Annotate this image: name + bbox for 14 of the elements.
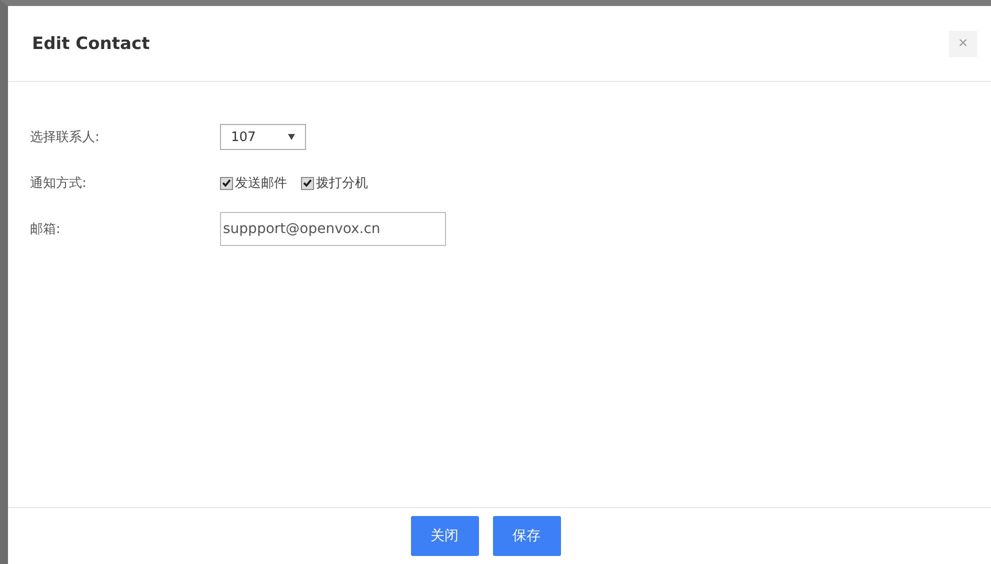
close-button[interactable]: ×	[949, 30, 977, 56]
checkbox-label: 发送邮件	[235, 175, 287, 192]
close-dialog-button[interactable]: 关闭	[410, 516, 478, 556]
field-label: 邮箱:	[30, 221, 62, 238]
checkbox[interactable]	[220, 176, 233, 190]
email-field[interactable]: suppport@openvox.cn	[220, 212, 446, 246]
caret-icon	[288, 134, 295, 140]
checkbox-label: 拨打分机	[316, 175, 368, 192]
dialog-title: Edit Contact	[32, 34, 150, 54]
field-label: 选择联系人:	[30, 129, 100, 146]
checkbox[interactable]	[301, 176, 314, 190]
save-button[interactable]: 保存	[492, 516, 560, 556]
contact-select[interactable]: 107	[220, 124, 306, 150]
field-label: 通知方式:	[30, 175, 88, 192]
